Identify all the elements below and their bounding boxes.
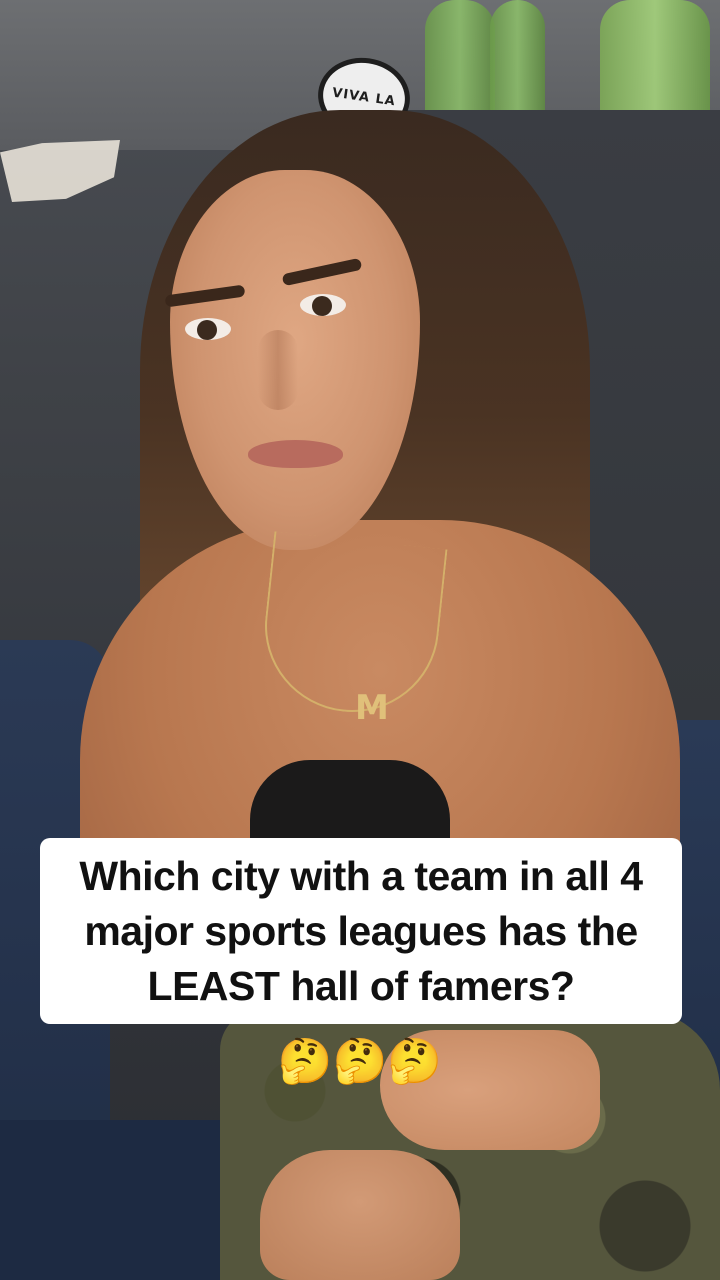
- thinking-emoji-row: 🤔🤔🤔: [0, 1032, 720, 1092]
- plant-decor: [600, 0, 710, 125]
- plant-decor: [425, 0, 495, 125]
- necklace-pendant: M: [355, 688, 389, 728]
- wall-sticker: [0, 140, 120, 202]
- thinking-face-emoji: 🤔🤔🤔: [277, 1036, 443, 1087]
- person-top: [250, 760, 450, 850]
- caption-text: Which city with a team in all 4 major sp…: [79, 852, 643, 1009]
- caption-overlay: Which city with a team in all 4 major sp…: [40, 838, 682, 1024]
- left-eye: [185, 318, 231, 340]
- plant-decor: [490, 0, 545, 125]
- video-frame: VIVA LA M Which city with a team in all …: [0, 0, 720, 1280]
- person-hand: [260, 1150, 460, 1280]
- right-eye: [300, 294, 346, 316]
- wall-logo-text: VIVA LA: [331, 85, 397, 109]
- person-lips: [248, 440, 343, 468]
- person-nose: [258, 330, 298, 410]
